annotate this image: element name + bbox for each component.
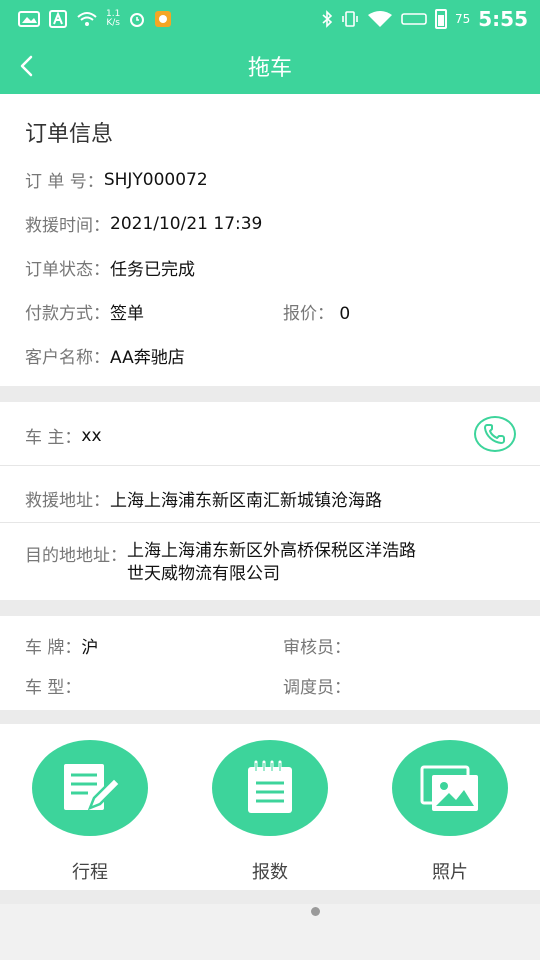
trip-action-circle[interactable] (32, 740, 148, 836)
quote-value: 0 (339, 304, 351, 324)
edit-note-icon (64, 764, 122, 811)
trip-action[interactable]: 行程 (32, 740, 148, 884)
rescue-time-value: 2021/10/21 17:39 (110, 213, 263, 234)
destination-line-1: 上海上海浦东新区外高桥保税区洋浩路 (127, 541, 416, 561)
payment-value: 签单 (110, 304, 144, 324)
plate-value: 沪 (81, 638, 99, 658)
destination-value: 上海上海浦东新区外高桥保税区洋浩路 世天威物流有限公司 (127, 540, 416, 586)
vibrate-icon (342, 11, 358, 27)
page-indicator-dot (311, 907, 320, 916)
payment-row: 付款方式： 签单 (25, 299, 144, 324)
plate-row: 车 牌： 沪 (25, 633, 98, 658)
order-number-value: SHJY000072 (103, 169, 208, 190)
battery-icon (434, 9, 447, 29)
clock: 5:55 (478, 7, 528, 31)
customer-row: 客户名称： AA奔驰店 (25, 343, 185, 368)
page-title: 拖车 (247, 56, 292, 81)
phone-icon (484, 424, 505, 444)
app-notification-icon (49, 10, 67, 28)
dispatcher-label: 调度员： (283, 678, 351, 698)
rescue-time-label: 救援时间： (25, 216, 110, 236)
destination-line-2: 世天威物流有限公司 (127, 564, 280, 584)
photos-action-circle[interactable] (392, 740, 508, 836)
app-badge-icon (155, 11, 172, 27)
wifi-icon (77, 12, 97, 26)
trip-label: 行程 (72, 862, 108, 883)
app-header: 拖车 (0, 38, 540, 94)
photos-action[interactable]: 照片 (392, 740, 508, 884)
report-action[interactable]: 报数 (212, 740, 328, 884)
owner-row: 车 主： xx (25, 423, 102, 449)
report-action-circle[interactable] (212, 740, 328, 836)
order-number-row: 订 单 号： SHJY000072 (25, 167, 208, 193)
owner-label: 车 主： (25, 428, 82, 448)
signal-wifi-icon (367, 11, 392, 27)
photos-label: 照片 (432, 862, 468, 883)
actions-card: 行程 报数 照片 (0, 724, 540, 890)
rescue-address-label: 救援地址： (25, 491, 110, 511)
order-info-card: 订单信息 订 单 号： SHJY000072 救援时间： 2021/10/21 … (0, 94, 540, 386)
order-status-label: 订单状态： (25, 260, 110, 280)
section-title: 订单信息 (25, 122, 114, 147)
bottom-area (0, 904, 540, 960)
rescue-address-value: 上海上海浦东新区南汇新城镇沧海路 (110, 491, 382, 511)
model-label: 车 型： (25, 678, 82, 698)
auditor-label: 审核员： (283, 638, 351, 658)
order-number-label: 订 单 号： (25, 172, 104, 192)
bluetooth-icon (322, 10, 333, 28)
image-notification-icon (18, 11, 40, 27)
status-bar: 1.1 K/s 75 5:55 (0, 0, 540, 38)
customer-label: 客户名称： (25, 348, 110, 368)
owner-value: xx (81, 425, 102, 446)
rescue-time-row: 救援时间： 2021/10/21 17:39 (25, 211, 263, 237)
order-status-value: 任务已完成 (110, 260, 195, 280)
destination-row: 目的地地址： 上海上海浦东新区外高桥保税区洋浩路 世天威物流有限公司 (25, 541, 416, 586)
quote-label: 报价： (283, 304, 334, 324)
destination-label: 目的地地址： (25, 546, 127, 566)
auditor-row: 审核员： (283, 633, 351, 658)
customer-value: AA奔驰店 (110, 348, 185, 368)
alarm-icon (130, 13, 145, 27)
network-speed: 1.1 K/s (106, 9, 121, 28)
vehicle-card: 车 牌： 沪 审核员： 车 型： 调度员： (0, 616, 540, 710)
divider (0, 465, 540, 466)
model-row: 车 型： (25, 673, 81, 698)
quote-row: 报价： 0 (283, 299, 350, 324)
photos-icon (420, 765, 478, 811)
battery-level: 75 (454, 12, 471, 26)
dispatcher-row: 调度员： (283, 673, 351, 698)
divider (0, 522, 540, 523)
back-arrow-icon[interactable] (14, 52, 42, 80)
data-icon (401, 13, 427, 25)
payment-label: 付款方式： (25, 304, 110, 324)
report-label: 报数 (252, 862, 288, 883)
address-card: 车 主： xx 救援地址： 上海上海浦东新区南汇新城镇沧海路 目的地地址： 上海… (0, 402, 540, 600)
order-status-row: 订单状态： 任务已完成 (25, 255, 195, 280)
plate-label: 车 牌： (25, 638, 82, 658)
notepad-icon (248, 760, 292, 813)
call-button[interactable] (474, 416, 516, 452)
rescue-address-row: 救援地址： 上海上海浦东新区南汇新城镇沧海路 (25, 486, 382, 511)
